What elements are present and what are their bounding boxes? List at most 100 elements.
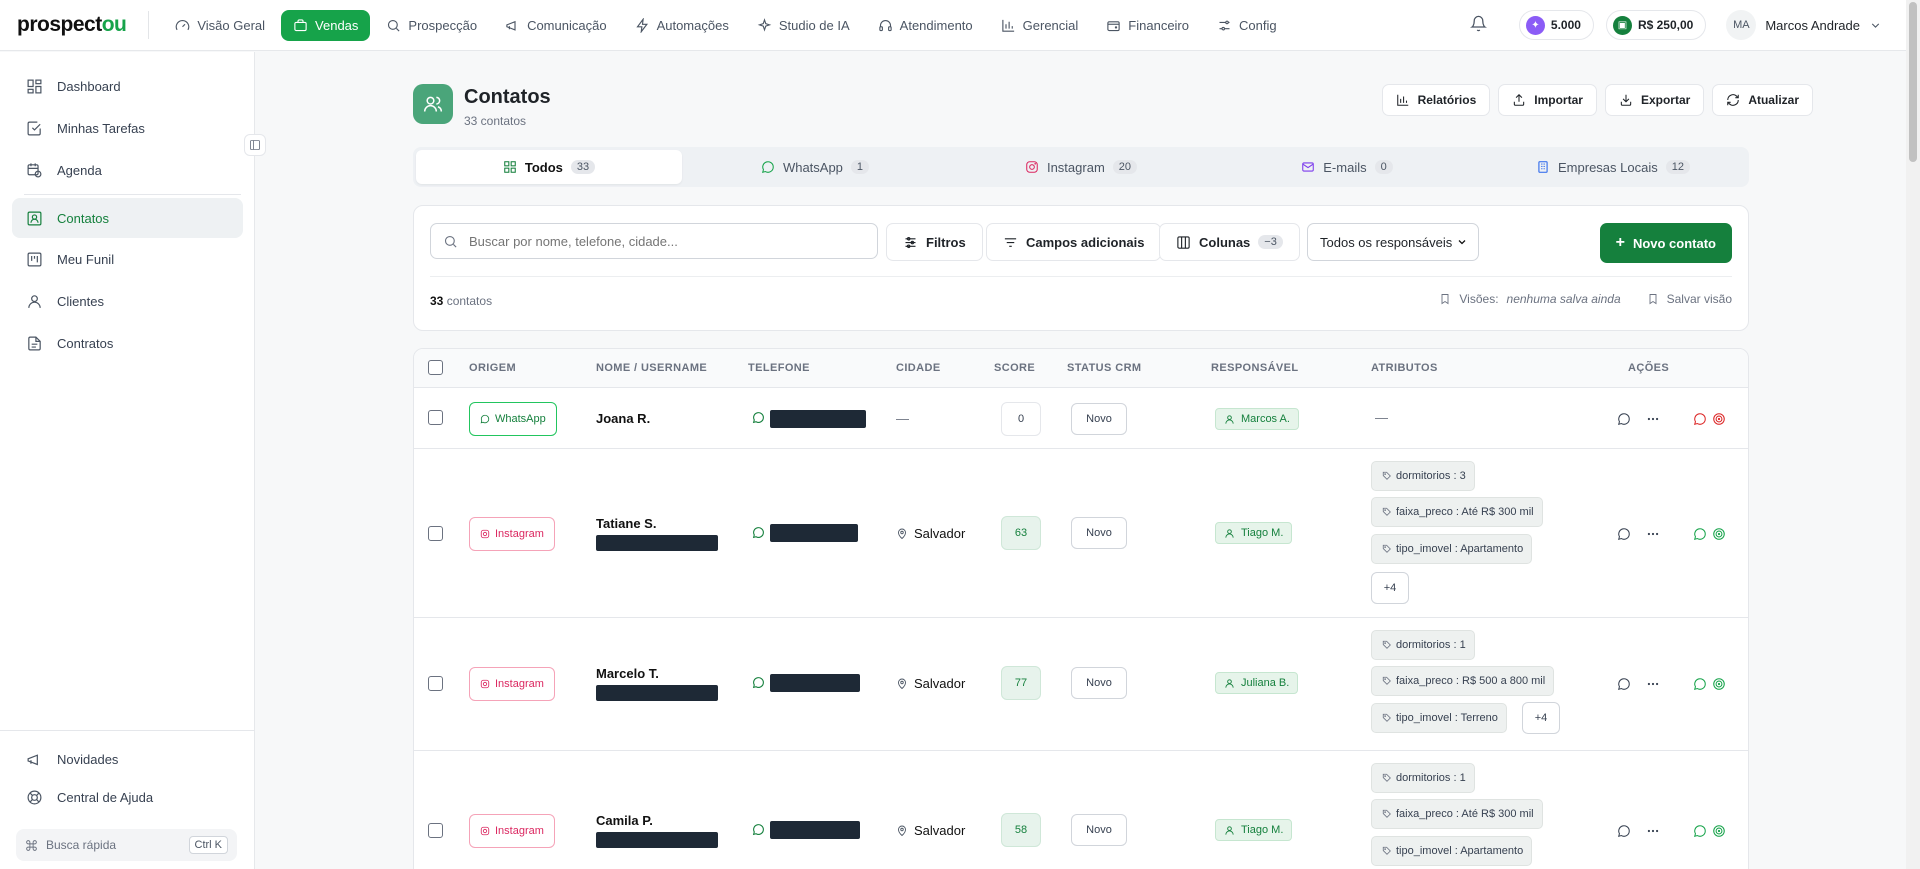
col-atributos[interactable]: ATRIBUTOS: [1371, 362, 1438, 374]
refresh-button[interactable]: Atualizar: [1712, 84, 1813, 116]
user-icon: [1225, 414, 1234, 424]
tab-count: 1: [850, 160, 870, 174]
contact-name[interactable]: Camila P.: [596, 813, 653, 828]
page-scrollbar[interactable]: [1906, 0, 1920, 869]
col-nome[interactable]: NOME / USERNAME: [596, 362, 707, 374]
additional-fields-button[interactable]: Campos adicionais: [986, 223, 1162, 261]
col-responsavel[interactable]: RESPONSÁVEL: [1211, 362, 1299, 374]
tab-emails[interactable]: E-mails 0: [1214, 150, 1480, 184]
message-icon[interactable]: [1617, 412, 1631, 426]
sidebar-item-ajuda[interactable]: Central de Ajuda: [12, 777, 243, 817]
tab-instagram[interactable]: Instagram 20: [948, 150, 1214, 184]
nav-config[interactable]: Config: [1205, 10, 1289, 41]
quick-search-button[interactable]: Busca rápida Ctrl K: [16, 829, 237, 861]
responsible-badge[interactable]: Tiago M.: [1215, 522, 1293, 544]
nav-vendas[interactable]: Vendas: [281, 9, 371, 41]
filters-button[interactable]: Filtros: [886, 223, 983, 261]
col-score[interactable]: SCORE: [994, 362, 1035, 374]
message-icon[interactable]: [1617, 527, 1631, 541]
nav-gerencial[interactable]: Gerencial: [989, 10, 1091, 41]
status-crm-select[interactable]: Novo: [1071, 814, 1127, 846]
divider: [148, 11, 150, 39]
new-contact-button[interactable]: + Novo contato: [1599, 223, 1732, 263]
sidebar-item-agenda[interactable]: Agenda: [12, 150, 243, 190]
sidebar: Dashboard Minhas Tarefas Agenda Contatos…: [0, 52, 255, 869]
table-row[interactable]: Instagram Camila P. Salvador 58 Novo Tia…: [414, 752, 1748, 869]
scrollbar-thumb[interactable]: [1909, 2, 1917, 162]
contact-name[interactable]: Marcelo T.: [596, 666, 659, 681]
status-crm-select[interactable]: Novo: [1071, 517, 1127, 549]
status-crm-select[interactable]: Novo: [1071, 667, 1127, 699]
table-row[interactable]: WhatsApp Joana R. — 0 Novo Marcos A. —: [414, 389, 1748, 449]
status-crm-select[interactable]: Novo: [1071, 403, 1127, 435]
more-icon[interactable]: [1646, 824, 1660, 838]
tab-todos[interactable]: Todos 33: [416, 150, 682, 184]
save-view-button[interactable]: Salvar visão: [1667, 292, 1732, 306]
whatsapp-icon: [752, 677, 764, 689]
search-icon: [388, 19, 400, 32]
col-status[interactable]: STATUS CRM: [1067, 362, 1141, 374]
col-telefone[interactable]: TELEFONE: [748, 362, 810, 374]
more-attributes-button[interactable]: +4: [1522, 702, 1560, 734]
nav-automacoes[interactable]: Automações: [623, 10, 741, 41]
row-checkbox[interactable]: [428, 410, 443, 425]
row-checkbox[interactable]: [428, 823, 443, 838]
col-cidade[interactable]: CIDADE: [896, 362, 941, 374]
tag-icon: [1382, 713, 1391, 722]
message-icon[interactable]: [1617, 824, 1631, 838]
nav-prospeccao[interactable]: Prospecção: [374, 10, 489, 41]
sidebar-item-contratos[interactable]: Contratos: [12, 323, 243, 363]
sidebar-item-funil[interactable]: Meu Funil: [12, 239, 243, 279]
user-icon: [1225, 528, 1234, 538]
table-row[interactable]: Instagram Tatiane S. Salvador 63 Novo Ti…: [414, 450, 1748, 618]
responsible-select[interactable]: Todos os responsáveis: [1307, 223, 1479, 261]
responsible-badge[interactable]: Marcos A.: [1215, 408, 1299, 430]
nav-comunicacao[interactable]: Comunicação: [493, 10, 619, 41]
nav-financeiro[interactable]: Financeiro: [1094, 10, 1201, 41]
page-title: Contatos: [464, 86, 551, 108]
responsible-badge[interactable]: Juliana B.: [1215, 672, 1299, 694]
attribute-tag: tipo_imovel : Apartamento: [1371, 836, 1533, 866]
row-checkbox[interactable]: [428, 526, 443, 541]
tab-empresas-locais[interactable]: Empresas Locais 12: [1480, 150, 1746, 184]
nav-studio-ia[interactable]: Studio de IA: [745, 10, 862, 41]
tab-whatsapp[interactable]: WhatsApp 1: [682, 150, 948, 184]
select-all-checkbox[interactable]: [428, 360, 443, 375]
notifications-button[interactable]: [1469, 15, 1487, 35]
tag-icon: [1382, 676, 1391, 685]
contact-name[interactable]: Joana R.: [596, 411, 650, 426]
import-button[interactable]: Importar: [1498, 84, 1597, 116]
more-icon[interactable]: [1646, 677, 1660, 691]
more-icon[interactable]: [1646, 527, 1660, 541]
sliders-icon: [1219, 20, 1230, 30]
credits-badge[interactable]: ✦ 5.000: [1518, 10, 1594, 40]
brand-logo[interactable]: prospectou: [17, 13, 127, 37]
target-status-icon: [1713, 528, 1725, 540]
reports-button[interactable]: Relatórios: [1381, 84, 1491, 116]
contact-name[interactable]: Tatiane S.: [596, 516, 656, 531]
columns-button[interactable]: Colunas −3: [1159, 223, 1300, 261]
sidebar-item-dashboard[interactable]: Dashboard: [12, 66, 243, 106]
balance-badge[interactable]: ▣ R$ 250,00: [1605, 10, 1707, 40]
responsible-badge[interactable]: Tiago M.: [1215, 819, 1293, 841]
message-icon[interactable]: [1617, 677, 1631, 691]
search-box[interactable]: [430, 223, 878, 259]
export-button[interactable]: Exportar: [1604, 84, 1705, 116]
score-badge: 77: [1001, 666, 1041, 700]
table-row[interactable]: Instagram Marcelo T. Salvador 77 Novo Ju…: [414, 619, 1748, 751]
sidebar-item-contatos[interactable]: Contatos: [12, 198, 243, 238]
nav-visao-geral[interactable]: Visão Geral: [163, 10, 277, 41]
search-input[interactable]: [469, 233, 849, 249]
redacted-username: [596, 685, 718, 701]
sidebar-item-clientes[interactable]: Clientes: [12, 281, 243, 321]
more-attributes-button[interactable]: +4: [1371, 572, 1409, 604]
row-checkbox[interactable]: [428, 676, 443, 691]
sidebar-item-tarefas[interactable]: Minhas Tarefas: [12, 108, 243, 148]
col-origem[interactable]: ORIGEM: [469, 362, 516, 374]
bar-chart-icon: [1001, 19, 1014, 32]
more-icon[interactable]: [1646, 412, 1660, 426]
table-header: ORIGEM NOME / USERNAME TELEFONE CIDADE S…: [414, 349, 1748, 388]
user-menu[interactable]: MA Marcos Andrade: [1726, 10, 1882, 40]
sidebar-item-novidades[interactable]: Novidades: [12, 739, 243, 779]
nav-atendimento[interactable]: Atendimento: [866, 10, 985, 41]
